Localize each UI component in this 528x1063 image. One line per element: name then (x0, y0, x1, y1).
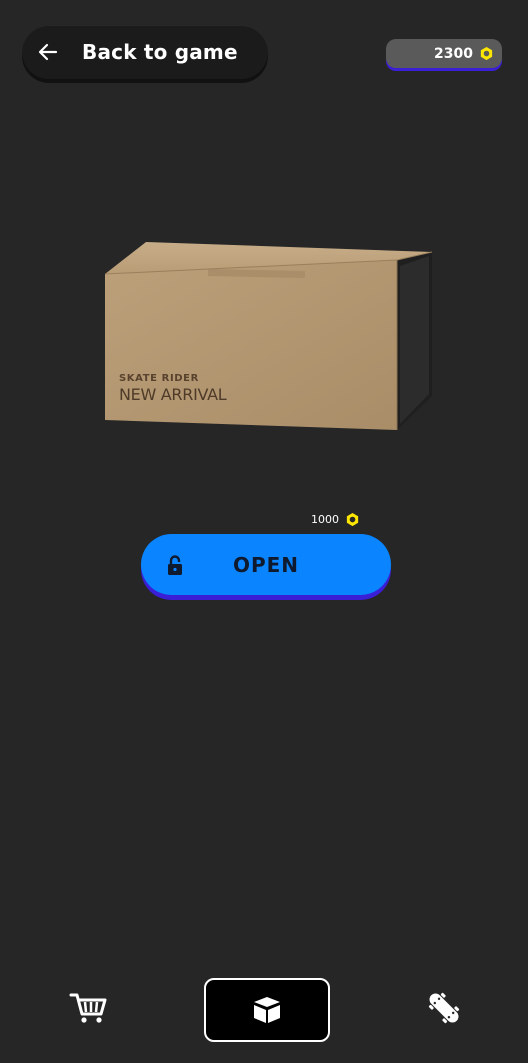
skateboard-icon (425, 989, 463, 1027)
open-price: 1000 (311, 512, 360, 527)
back-to-game-label: Back to game (82, 40, 238, 64)
nav-shop[interactable] (48, 975, 128, 1041)
cart-icon (69, 992, 107, 1024)
open-price-value: 1000 (311, 513, 339, 526)
coin-icon (345, 512, 360, 527)
arrow-left-icon (38, 42, 58, 62)
open-box-button[interactable]: OPEN (141, 534, 391, 595)
coin-balance-value: 2300 (434, 45, 473, 62)
bottom-nav (0, 975, 528, 1045)
box-title-text: NEW ARRIVAL (119, 385, 227, 404)
coin-balance: 2300 (386, 39, 502, 68)
mystery-box-image (100, 238, 436, 434)
back-to-game-button[interactable]: Back to game (22, 25, 268, 79)
open-label: OPEN (232, 552, 300, 577)
nav-boxes[interactable] (204, 978, 330, 1042)
nav-skateboards[interactable] (404, 975, 484, 1041)
box-icon (251, 994, 283, 1026)
box-shop-screen: Back to game 2300 SKATE RIDER NEW ARRIVA… (0, 0, 528, 1063)
coin-icon (479, 46, 494, 61)
box-brand-text: SKATE RIDER (119, 373, 199, 384)
